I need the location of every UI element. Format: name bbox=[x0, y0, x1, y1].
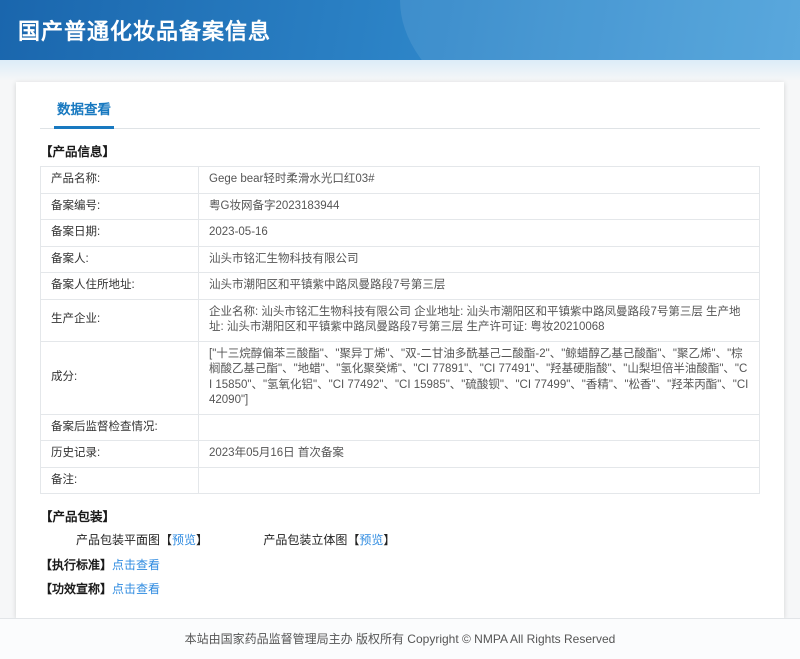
row-value: 汕头市潮阳区和平镇紫中路凤曼路段7号第三层 bbox=[199, 273, 760, 300]
packaging-flat-bracket: 】 bbox=[196, 533, 208, 547]
row-label: 产品名称: bbox=[41, 167, 199, 194]
row-value: 2023-05-16 bbox=[199, 220, 760, 247]
table-row: 备注: bbox=[41, 467, 760, 494]
standard-line: 【执行标准】点击查看 bbox=[40, 556, 760, 573]
tab-data-view[interactable]: 数据查看 bbox=[54, 94, 114, 129]
content-card: 数据查看 【产品信息】 产品名称: Gege bear轻时柔滑水光口红03# 备… bbox=[16, 82, 784, 618]
section-product-info: 【产品信息】 bbox=[40, 141, 760, 160]
packaging-flat-preview-link[interactable]: 预览 bbox=[172, 533, 196, 547]
row-value: Gege bear轻时柔滑水光口红03# bbox=[199, 167, 760, 194]
table-row: 成分: ["十三烷醇偏苯三酸酯"、"聚异丁烯"、"双-二甘油多酰基己二酸酯-2"… bbox=[41, 341, 760, 414]
row-label: 备案日期: bbox=[41, 220, 199, 247]
tab-bar: 数据查看 bbox=[40, 94, 760, 129]
page-footer: 本站由国家药品监督管理局主办 版权所有 Copyright © NMPA All… bbox=[0, 618, 800, 659]
page-title: 国产普通化妆品备案信息 bbox=[18, 14, 271, 46]
table-row: 备案人: 汕头市铭汇生物科技有限公司 bbox=[41, 246, 760, 273]
table-row: 产品名称: Gege bear轻时柔滑水光口红03# bbox=[41, 167, 760, 194]
section-efficacy: 【功效宣称】 bbox=[40, 582, 112, 596]
table-row: 备案后监督检查情况: bbox=[41, 414, 760, 441]
row-label: 备案人: bbox=[41, 246, 199, 273]
section-packaging: 【产品包装】 bbox=[40, 506, 760, 525]
row-label: 备案编号: bbox=[41, 193, 199, 220]
packaging-line: 产品包装平面图【预览】 产品包装立体图【预览】 bbox=[40, 531, 760, 548]
product-info-table: 产品名称: Gege bear轻时柔滑水光口红03# 备案编号: 粤G妆网备字2… bbox=[40, 166, 760, 494]
row-value: ["十三烷醇偏苯三酸酯"、"聚异丁烯"、"双-二甘油多酰基己二酸酯-2"、"鲸蜡… bbox=[199, 341, 760, 414]
packaging-flat-label: 产品包装平面图【 bbox=[76, 533, 172, 547]
row-label: 成分: bbox=[41, 341, 199, 414]
row-label: 生产企业: bbox=[41, 299, 199, 341]
efficacy-view-link[interactable]: 点击查看 bbox=[112, 582, 160, 596]
standard-view-link[interactable]: 点击查看 bbox=[112, 558, 160, 572]
packaging-solid-preview-link[interactable]: 预览 bbox=[359, 533, 383, 547]
table-row: 备案日期: 2023-05-16 bbox=[41, 220, 760, 247]
efficacy-line: 【功效宣称】点击查看 bbox=[40, 580, 760, 597]
section-standard: 【执行标准】 bbox=[40, 558, 112, 572]
row-value: 2023年05月16日 首次备案 bbox=[199, 441, 760, 468]
page: 国产普通化妆品备案信息 数据查看 【产品信息】 产品名称: Gege bear轻… bbox=[0, 0, 800, 659]
row-value bbox=[199, 414, 760, 441]
row-value: 汕头市铭汇生物科技有限公司 bbox=[199, 246, 760, 273]
page-header: 国产普通化妆品备案信息 bbox=[0, 0, 800, 60]
table-row: 历史记录: 2023年05月16日 首次备案 bbox=[41, 441, 760, 468]
row-value: 企业名称: 汕头市铭汇生物科技有限公司 企业地址: 汕头市潮阳区和平镇紫中路凤曼… bbox=[199, 299, 760, 341]
table-row: 生产企业: 企业名称: 汕头市铭汇生物科技有限公司 企业地址: 汕头市潮阳区和平… bbox=[41, 299, 760, 341]
packaging-solid-bracket: 】 bbox=[383, 533, 395, 547]
row-value bbox=[199, 467, 760, 494]
footer-text: 本站由国家药品监督管理局主办 版权所有 Copyright © NMPA All… bbox=[185, 632, 616, 646]
table-row: 备案编号: 粤G妆网备字2023183944 bbox=[41, 193, 760, 220]
packaging-flat-item: 产品包装平面图【预览】 bbox=[76, 531, 208, 548]
table-row: 备案人住所地址: 汕头市潮阳区和平镇紫中路凤曼路段7号第三层 bbox=[41, 273, 760, 300]
row-label: 备注: bbox=[41, 467, 199, 494]
row-label: 备案人住所地址: bbox=[41, 273, 199, 300]
row-label: 备案后监督检查情况: bbox=[41, 414, 199, 441]
packaging-solid-item: 产品包装立体图【预览】 bbox=[263, 531, 395, 548]
row-label: 历史记录: bbox=[41, 441, 199, 468]
packaging-solid-label: 产品包装立体图【 bbox=[263, 533, 359, 547]
header-decoration bbox=[0, 60, 800, 82]
row-value: 粤G妆网备字2023183944 bbox=[199, 193, 760, 220]
